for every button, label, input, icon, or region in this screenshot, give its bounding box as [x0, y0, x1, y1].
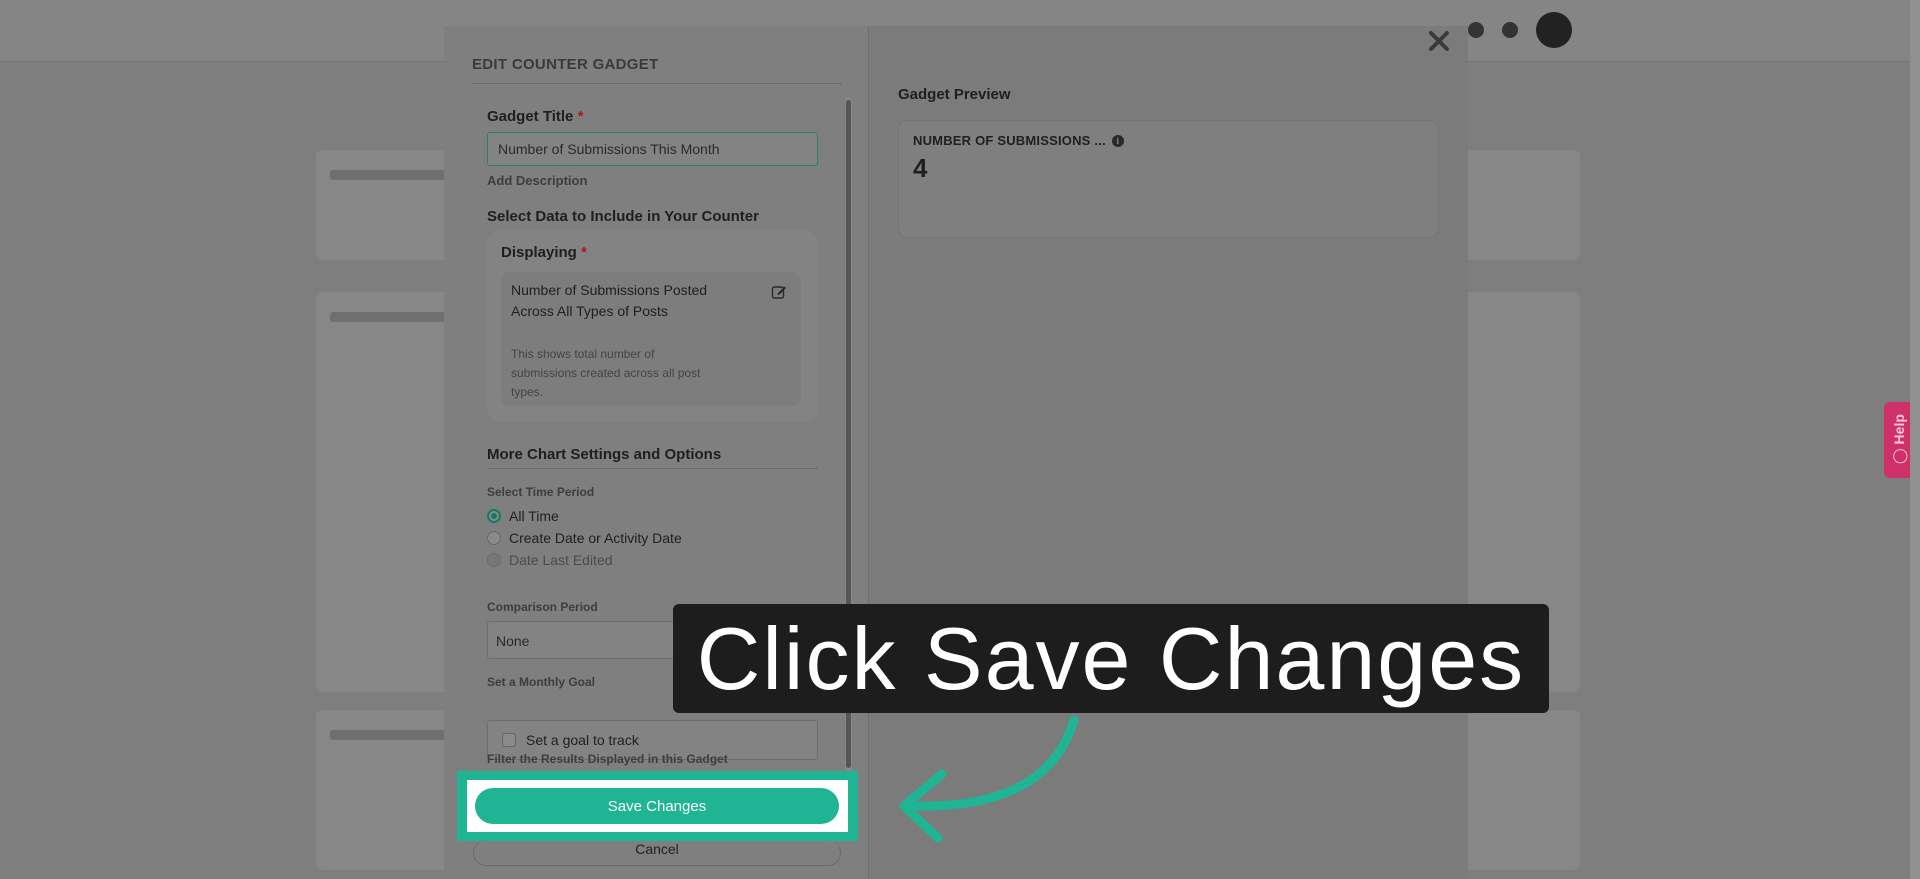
- page-edge: [1910, 0, 1920, 879]
- radio-date-last-edited: Date Last Edited: [487, 552, 613, 568]
- arrow-icon: [899, 715, 1079, 843]
- monthly-goal-label: Set a Monthly Goal: [487, 675, 596, 689]
- displaying-item-description: This shows total number of submissions c…: [511, 347, 701, 399]
- more-settings-label: More Chart Settings and Options: [487, 446, 722, 463]
- goal-checkbox-label: Set a goal to track: [526, 732, 639, 748]
- cancel-button[interactable]: Cancel: [473, 840, 841, 866]
- preview-card-title-text: NUMBER OF SUBMISSIONS ...: [913, 133, 1106, 148]
- preview-card-title: NUMBER OF SUBMISSIONS ... i: [913, 133, 1124, 148]
- radio-label: Create Date or Activity Date: [509, 530, 682, 546]
- save-changes-button[interactable]: Save Changes: [475, 788, 839, 824]
- radio-button[interactable]: [487, 531, 501, 545]
- settings-panel: EDIT COUNTER GADGET Gadget Title * Numbe…: [444, 26, 869, 879]
- radio-create-date[interactable]: Create Date or Activity Date: [487, 530, 682, 546]
- displaying-item-name: Number of Submissions Posted Across All …: [511, 282, 708, 319]
- close-icon[interactable]: [1426, 28, 1452, 54]
- heading-divider: [472, 83, 842, 84]
- section-divider: [487, 468, 818, 469]
- filter-results-label: Filter the Results Displayed in this Gad…: [487, 752, 728, 766]
- chat-icon: [1502, 22, 1518, 38]
- preview-counter-value: 4: [913, 153, 928, 183]
- preview-counter-card: NUMBER OF SUBMISSIONS ... i 4: [898, 120, 1439, 238]
- radio-label: Date Last Edited: [509, 552, 613, 568]
- instruction-text: Click Save Changes: [696, 609, 1526, 708]
- select-data-label: Select Data to Include in Your Counter: [487, 208, 759, 225]
- radio-all-time[interactable]: All Time: [487, 508, 559, 524]
- gadget-preview-label: Gadget Preview: [898, 86, 1011, 103]
- time-period-label: Select Time Period: [487, 485, 595, 499]
- radio-label: All Time: [509, 508, 559, 524]
- displaying-label: Displaying *: [501, 244, 587, 261]
- instruction-tooltip: Click Save Changes: [673, 604, 1549, 713]
- background-header-icons: [1468, 12, 1572, 48]
- gadget-title-label-text: Gadget Title: [487, 108, 574, 125]
- avatar: [1536, 12, 1572, 48]
- required-mark: *: [581, 244, 587, 261]
- displaying-label-text: Displaying: [501, 244, 577, 261]
- add-description-link[interactable]: Add Description: [487, 173, 587, 188]
- gadget-title-input[interactable]: Number of Submissions This Month: [487, 132, 818, 166]
- edit-icon[interactable]: [771, 284, 787, 300]
- gadget-title-label: Gadget Title *: [487, 108, 583, 125]
- displaying-item[interactable]: Number of Submissions Posted Across All …: [501, 272, 801, 406]
- bell-icon: [1468, 22, 1484, 38]
- help-label-text: Help: [1891, 414, 1907, 445]
- help-label: ◯ Help: [1891, 414, 1907, 464]
- modal-heading: EDIT COUNTER GADGET: [472, 56, 659, 73]
- comparison-period-label: Comparison Period: [487, 600, 598, 614]
- radio-button[interactable]: [487, 509, 501, 523]
- required-mark: *: [577, 108, 584, 125]
- displaying-box: Displaying * Number of Submissions Poste…: [487, 230, 818, 422]
- radio-button: [487, 553, 501, 567]
- info-icon[interactable]: i: [1111, 134, 1124, 147]
- goal-checkbox[interactable]: [502, 733, 516, 747]
